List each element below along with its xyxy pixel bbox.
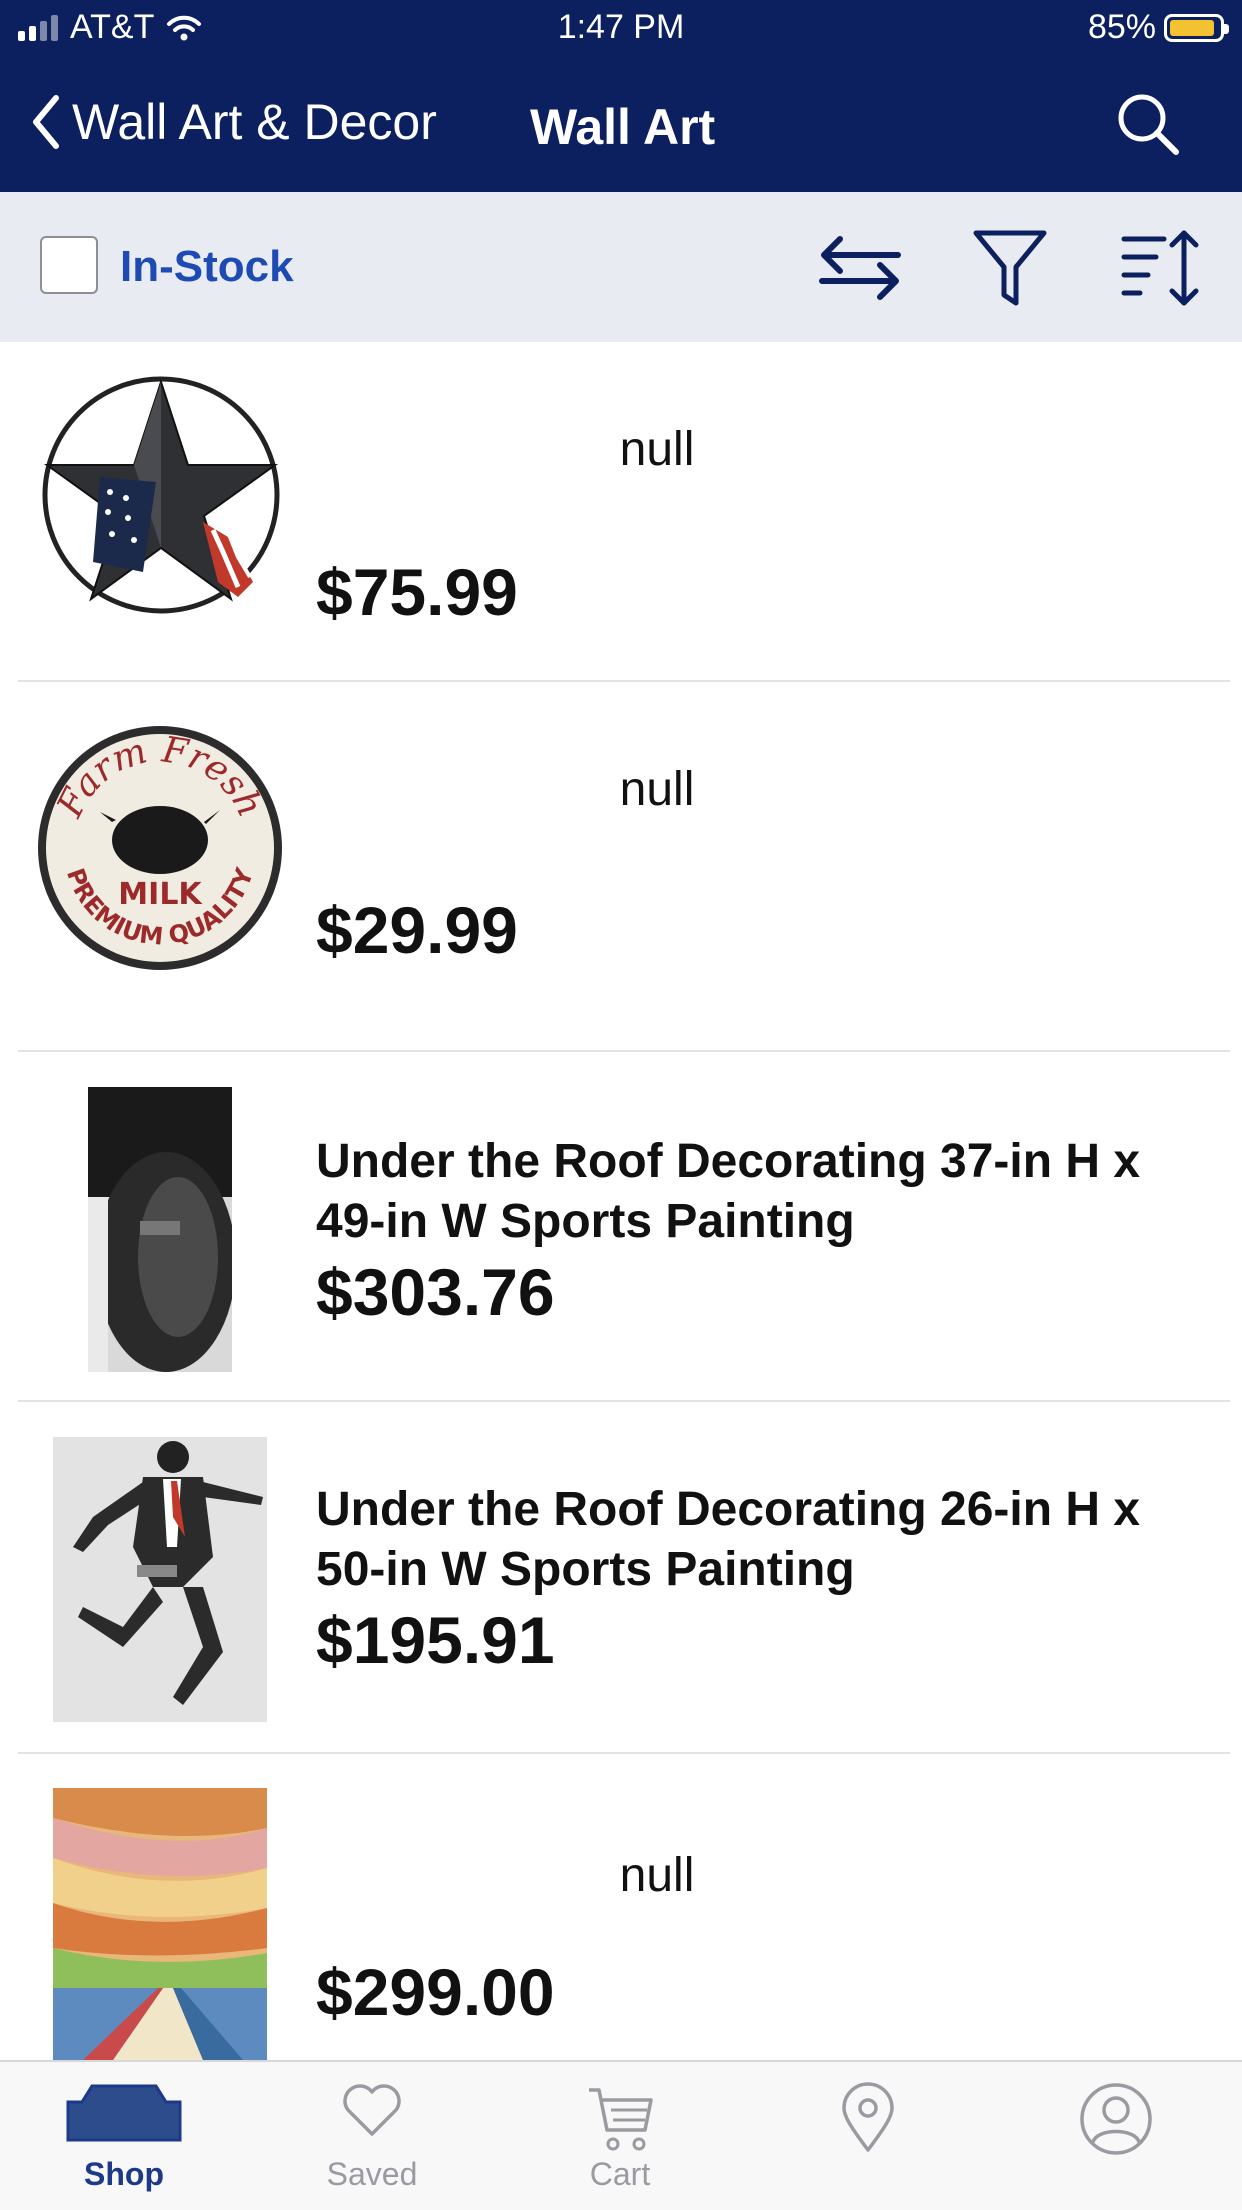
sort-icon[interactable] bbox=[1120, 227, 1202, 309]
tab-label: Saved bbox=[326, 2156, 418, 2192]
location-pin-icon bbox=[842, 2082, 894, 2152]
battery-charging-icon bbox=[1164, 13, 1229, 42]
tab-cart[interactable]: Cart bbox=[496, 2062, 744, 2210]
tab-account[interactable] bbox=[992, 2062, 1240, 2210]
barn-star-flag-icon bbox=[38, 372, 284, 618]
product-item[interactable]: null $75.99 bbox=[0, 342, 1242, 682]
product-list[interactable]: null $75.99 Farm Fresh MILK PREMIUM QUAL… bbox=[0, 342, 1242, 2060]
navigation-bar: Wall Art & Decor Wall Art bbox=[0, 58, 1242, 192]
farm-fresh-milk-sign-icon: Farm Fresh MILK PREMIUM QUALITY bbox=[34, 722, 286, 974]
filter-bar: In-Stock bbox=[0, 192, 1242, 342]
in-stock-label[interactable]: In-Stock bbox=[120, 242, 294, 292]
product-price: $299.00 bbox=[316, 1955, 555, 2029]
back-button-label: Wall Art & Decor bbox=[72, 94, 437, 150]
sports-painting-bw-icon bbox=[88, 1087, 232, 1372]
product-item[interactable]: Under the Roof Decorating 37-in H x 49-i… bbox=[0, 1052, 1242, 1402]
filter-icon[interactable] bbox=[972, 227, 1048, 309]
back-button[interactable]: Wall Art & Decor bbox=[30, 92, 437, 152]
product-name[interactable]: null bbox=[316, 1846, 998, 1906]
product-price: $75.99 bbox=[316, 555, 518, 629]
product-price: $303.76 bbox=[316, 1255, 555, 1329]
sign-middle-text: MILK bbox=[118, 877, 203, 912]
product-item[interactable]: null $299.00 bbox=[0, 1754, 1242, 2060]
chevron-left-icon bbox=[33, 95, 59, 149]
tab-stores[interactable] bbox=[744, 2062, 992, 2210]
battery-percent: 85% bbox=[1087, 8, 1156, 46]
tab-bar: Shop Saved Cart bbox=[0, 2060, 1242, 2210]
product-item[interactable]: Under the Roof Decorating 26-in H x 50-i… bbox=[0, 1402, 1242, 1754]
heart-icon bbox=[343, 2084, 401, 2136]
compare-arrows-icon[interactable] bbox=[818, 227, 902, 307]
product-price: $29.99 bbox=[316, 893, 518, 967]
search-icon[interactable] bbox=[1114, 90, 1182, 158]
colorful-landscape-painting-icon bbox=[53, 1788, 267, 2060]
status-bar: AT&T 1:47 PM 85% bbox=[0, 0, 1242, 58]
product-name[interactable]: Under the Roof Decorating 26-in H x 50-i… bbox=[316, 1480, 1212, 1600]
tab-saved[interactable]: Saved bbox=[248, 2062, 496, 2210]
shop-icon bbox=[66, 2084, 182, 2142]
cart-icon bbox=[589, 2088, 653, 2151]
product-name[interactable]: Under the Roof Decorating 37-in H x 49-i… bbox=[316, 1132, 1212, 1252]
tab-label: Shop bbox=[84, 2156, 164, 2192]
battery-group: 85% bbox=[1087, 8, 1229, 47]
status-time: 1:47 PM bbox=[557, 8, 685, 46]
product-name[interactable]: null bbox=[316, 760, 998, 820]
account-icon bbox=[1080, 2083, 1152, 2155]
tab-shop[interactable]: Shop bbox=[0, 2062, 248, 2210]
product-item[interactable]: Farm Fresh MILK PREMIUM QUALITY null $29… bbox=[0, 682, 1242, 1052]
tab-label: Cart bbox=[589, 2156, 651, 2192]
jumping-man-painting-icon bbox=[53, 1437, 267, 1722]
page-title: Wall Art bbox=[530, 99, 716, 155]
product-price: $195.91 bbox=[316, 1603, 555, 1677]
in-stock-checkbox[interactable] bbox=[40, 236, 98, 294]
product-name[interactable]: null bbox=[316, 420, 998, 480]
